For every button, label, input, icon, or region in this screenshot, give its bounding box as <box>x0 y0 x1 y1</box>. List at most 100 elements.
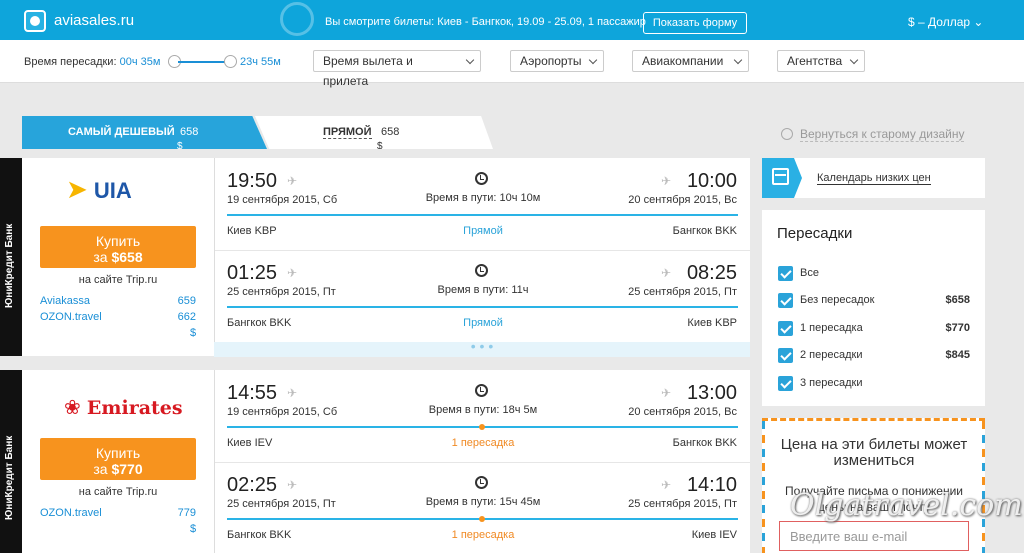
flight-segment[interactable]: 19:50 ✈ 19 сентября 2015, Сб Время в пут… <box>214 158 750 250</box>
show-form-button[interactable]: Показать форму <box>643 12 747 34</box>
flight-segment[interactable]: 01:25 ✈ 25 сентября 2015, Пт Время в пут… <box>214 250 750 342</box>
airlines-dropdown[interactable]: Авиакомпании <box>632 50 749 72</box>
tab-cheapest-label: САМЫЙ ДЕШЕВЫЙ <box>68 126 175 138</box>
buy-price-line: за $658 <box>40 249 196 265</box>
tab-direct-price: 658 <box>381 126 400 138</box>
layover-slider-track[interactable] <box>178 61 230 63</box>
checkbox-checked[interactable] <box>778 293 793 308</box>
tab-direct-label: ПРЯМОЙ <box>323 126 372 139</box>
arrival-date: 20 сентября 2015, Вс <box>628 406 737 418</box>
agency-price[interactable]: 779 <box>172 507 196 519</box>
layover-max-handle[interactable] <box>224 55 237 68</box>
uia-wing-icon: ➤ <box>66 174 88 204</box>
buy-button[interactable]: Купить за $658 <box>40 226 196 268</box>
stops-option-label: Без пересадок <box>800 294 875 306</box>
buy-price: $770 <box>111 461 143 477</box>
aviasales-logo-icon[interactable] <box>24 10 46 32</box>
currency-label: $ – Доллар <box>908 15 971 29</box>
stops-option[interactable]: 2 пересадки $845 <box>778 348 970 364</box>
agency-link[interactable]: OZON.travel <box>40 311 102 323</box>
old-design-link[interactable]: Вернуться к старому дизайну <box>800 127 965 142</box>
stops-title: Пересадки <box>777 225 853 242</box>
buy-prefix: за <box>93 461 108 477</box>
seller-site: на сайте Trip.ru <box>78 486 158 498</box>
buy-price: $658 <box>111 249 143 265</box>
stops-option-label: Все <box>800 267 819 279</box>
stops-info: Прямой <box>463 225 503 237</box>
airports-dropdown[interactable]: Аэропорты <box>510 50 604 72</box>
tab-cheapest-price: 658 <box>180 126 199 138</box>
brand-name[interactable]: aviasales.ru <box>54 12 134 29</box>
tab-direct[interactable]: ПРЯМОЙ 658 $ <box>255 116 493 149</box>
arrival-city: Бангкок BKK <box>672 437 737 449</box>
stops-option[interactable]: Без пересадок $658 <box>778 293 970 309</box>
agency-price[interactable]: 662 <box>172 311 196 323</box>
departure-arrival-dropdown[interactable]: Время вылета и прилета <box>313 50 481 88</box>
stops-option-label: 2 пересадки <box>800 349 863 361</box>
stop-marker <box>479 516 485 522</box>
tab-cheapest-currency: $ <box>177 141 183 152</box>
search-summary: Вы смотрите билеты: Киев - Бангкок, 19.0… <box>325 16 646 28</box>
buy-button[interactable]: Купить за $770 <box>40 438 196 480</box>
stops-option-label: 3 пересадки <box>800 377 863 389</box>
landing-icon: ✈ <box>661 174 672 188</box>
departure-city: Киев IEV <box>227 437 273 449</box>
departure-time: 01:25 <box>227 262 278 284</box>
price-alert-box: Цена на эти билеты может измениться Полу… <box>762 418 985 553</box>
clock-icon <box>475 264 488 277</box>
watermark: Olgatravel.com <box>790 488 1023 523</box>
arrival-date: 25 сентября 2015, Пт <box>628 498 737 510</box>
bank-label: ЮниКредит Банк <box>4 223 15 308</box>
tab-cheapest[interactable]: САМЫЙ ДЕШЕВЫЙ 658 $ <box>22 116 267 149</box>
landing-icon: ✈ <box>661 386 672 400</box>
seller-site: на сайте Trip.ru <box>78 274 158 286</box>
low-price-calendar[interactable]: Календарь низких цен <box>762 158 985 198</box>
calendar-link[interactable]: Календарь низких цен <box>817 172 931 185</box>
airline-logo-uia: ➤ UIA <box>66 174 132 205</box>
agencies-dropdown[interactable]: Агентства <box>777 50 865 72</box>
stops-option[interactable]: 1 пересадка $770 <box>778 321 970 337</box>
route-line <box>227 214 738 216</box>
arrival-date: 20 сентября 2015, Вс <box>628 194 737 206</box>
stops-option-price: $658 <box>945 294 970 306</box>
email-field[interactable] <box>779 521 969 551</box>
layover-min: 00ч 35м <box>119 56 161 68</box>
agency-price[interactable]: 659 <box>172 295 196 307</box>
price-alert-title: Цена на эти билеты может измениться <box>780 436 968 469</box>
route-line <box>227 306 738 308</box>
takeoff-icon: ✈ <box>287 386 298 400</box>
chevron-down-icon: ⌄ <box>973 15 984 29</box>
bank-banner[interactable]: ЮниКредит Банк <box>0 370 22 553</box>
landing-icon: ✈ <box>661 266 672 280</box>
checkbox-checked[interactable] <box>778 348 793 363</box>
arrival-time: 13:00 <box>686 382 737 404</box>
departure-date: 25 сентября 2015, Пт <box>227 498 336 510</box>
checkbox-checked[interactable] <box>778 266 793 281</box>
agency-link[interactable]: Aviakassa <box>40 295 90 307</box>
departure-city: Бангкок BKK <box>227 529 292 541</box>
more-options-button[interactable]: • • • <box>214 339 750 357</box>
stops-info: 1 пересадка <box>451 437 515 449</box>
emirates-emblem-icon: ❀ <box>64 397 81 419</box>
stop-marker <box>479 424 485 430</box>
takeoff-icon: ✈ <box>287 174 298 188</box>
departure-time: 19:50 <box>227 170 278 192</box>
layover-filter: Время пересадки: 00ч 35м <box>24 56 160 68</box>
stops-option[interactable]: Все <box>778 266 970 282</box>
flight-segment[interactable]: 14:55 ✈ 19 сентября 2015, Сб Время в пут… <box>214 370 750 462</box>
stops-option[interactable]: 3 пересадки <box>778 376 970 392</box>
checkbox-checked[interactable] <box>778 321 793 336</box>
flight-duration: Время в пути: 10ч 10м <box>425 192 541 204</box>
currency-selector[interactable]: $ – Доллар ⌄ <box>908 15 983 29</box>
stops-info: 1 пересадка <box>451 529 515 541</box>
layover-max: 23ч 55м <box>240 56 281 68</box>
buy-label: Купить <box>95 233 141 249</box>
agency-link[interactable]: OZON.travel <box>40 507 102 519</box>
departure-time: 14:55 <box>227 382 278 404</box>
flight-segment[interactable]: 02:25 ✈ 25 сентября 2015, Пт Время в пут… <box>214 462 750 553</box>
clock-icon <box>475 384 488 397</box>
landing-icon: ✈ <box>661 478 672 492</box>
bank-banner[interactable]: ЮниКредит Банк <box>0 158 22 356</box>
calendar-icon <box>772 168 789 185</box>
checkbox-checked[interactable] <box>778 376 793 391</box>
